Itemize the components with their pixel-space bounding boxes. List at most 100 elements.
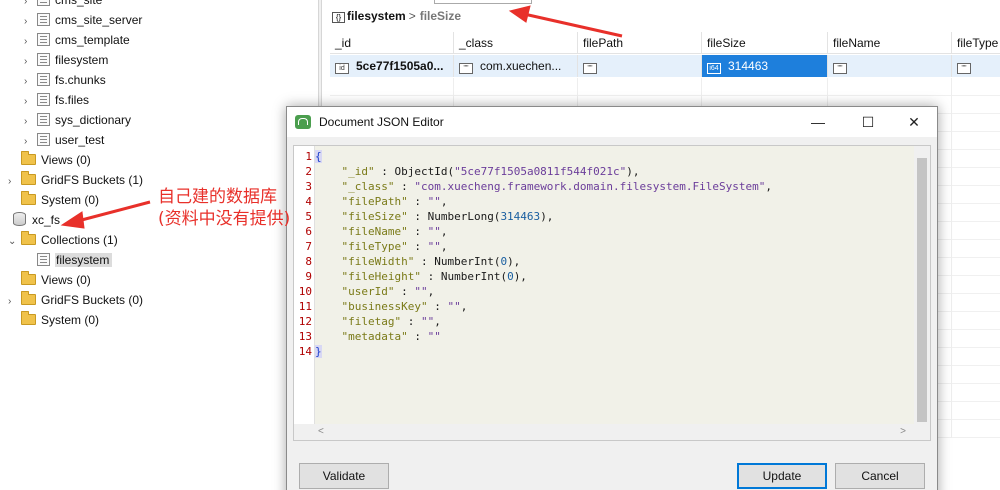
maximize-button[interactable]: ☐ <box>845 107 891 137</box>
code-line: "filePath" : "", <box>315 194 447 209</box>
tree-item[interactable]: Views (0) <box>8 270 91 290</box>
chevron-right-icon[interactable]: › <box>24 92 34 112</box>
chevron-right-icon[interactable]: › <box>8 172 18 192</box>
empty-table-cell <box>952 258 1000 276</box>
column-header-class[interactable]: _class <box>454 32 578 54</box>
table-cell-class[interactable]: "" com.xuechen... <box>454 55 578 77</box>
minimize-button[interactable]: — <box>795 107 841 137</box>
tree-item[interactable]: › cms_site <box>24 0 102 10</box>
table-cell-filetype[interactable]: "" <box>952 55 1000 77</box>
cancel-button[interactable]: Cancel <box>835 463 925 489</box>
app-logo-icon <box>295 115 311 129</box>
json-editor[interactable]: 1 2 3 4 5 6 7 8 9 10 11 12 13 14 { "_id" : ObjectId("… <box>293 145 931 441</box>
tree-item[interactable]: filesystem <box>24 250 113 270</box>
chevron-right-icon[interactable]: › <box>24 32 34 52</box>
empty-table-cell <box>952 312 1000 330</box>
line-number: 8 <box>305 255 312 268</box>
table-cell-filesize[interactable]: i64 314463 <box>702 55 828 77</box>
code-token: } <box>315 345 322 358</box>
code-token: "_id" <box>315 165 375 178</box>
dialog-titlebar[interactable]: Document JSON Editor — ☐ ✕ <box>287 107 937 137</box>
folder-icon <box>21 311 36 325</box>
chevron-right-icon[interactable]: › <box>8 292 18 312</box>
chevron-right-icon[interactable]: › <box>24 12 34 32</box>
code-line: "metadata" : "" <box>315 329 440 344</box>
collection-icon <box>37 0 50 6</box>
tree-item-label: fs.files <box>55 93 90 107</box>
folder-icon <box>21 271 36 285</box>
table-cell-filepath[interactable]: "" <box>578 55 702 77</box>
close-button[interactable]: ✕ <box>891 107 937 137</box>
horizontal-scrollbar[interactable]: < > <box>294 424 930 440</box>
tree-item[interactable]: System (0) <box>8 310 99 330</box>
empty-table-cell <box>952 222 1000 240</box>
breadcrumb-collection[interactable]: filesystem <box>347 9 406 23</box>
tree-item[interactable]: xc_fs <box>0 210 60 230</box>
tree-item-label: user_test <box>55 133 105 147</box>
column-header-filetype[interactable]: fileType <box>952 32 1000 54</box>
code-token: "fileType" <box>315 240 408 253</box>
tree-item[interactable]: › fs.files <box>24 90 89 110</box>
tree-item[interactable]: › fs.chunks <box>24 70 106 90</box>
validate-button[interactable]: Validate <box>299 463 389 489</box>
tree-item[interactable]: › user_test <box>24 130 104 150</box>
scroll-right-icon[interactable]: > <box>900 426 906 437</box>
code-line: "fileWidth" : NumberInt(0), <box>315 254 520 269</box>
code-line: "fileHeight" : NumberInt(0), <box>315 269 526 284</box>
chevron-right-icon[interactable]: › <box>24 72 34 92</box>
code-token: "fileWidth" <box>315 255 415 268</box>
code-line: "_id" : ObjectId("5ce77f1505a0811f544f02… <box>315 164 639 179</box>
empty-table-cell <box>952 402 1000 420</box>
table-header-row: _id _class filePath fileSize fileName fileTyp… <box>330 32 1000 54</box>
table-cell-filename[interactable]: "" <box>828 55 952 77</box>
update-button[interactable]: Update <box>737 463 827 489</box>
code-line: "_class" : "com.xuecheng.framework.domai… <box>315 179 772 194</box>
column-header-filename[interactable]: fileName <box>828 32 952 54</box>
tree-item[interactable]: › cms_site_server <box>24 10 142 30</box>
code-line: } <box>315 344 322 359</box>
tree-item[interactable]: System (0) <box>8 190 99 210</box>
column-header-filepath[interactable]: filePath <box>578 32 702 54</box>
string-type-icon: "" <box>459 63 473 74</box>
chevron-right-icon[interactable]: › <box>24 132 34 152</box>
chevron-down-icon[interactable]: ⌄ <box>8 232 18 252</box>
code-token: : <box>407 195 428 208</box>
table-row[interactable]: id 5ce77f1505a0... "" com.xuechen... "" i64 31… <box>330 55 1000 77</box>
tree-item[interactable]: ⌄ Collections (1) <box>8 230 118 250</box>
tree-item[interactable]: › GridFS Buckets (1) <box>8 170 143 190</box>
tree-item-label: Views (0) <box>41 273 91 287</box>
code-token: : <box>407 225 428 238</box>
breadcrumb-field[interactable]: fileSize <box>420 9 461 23</box>
empty-table-cell <box>828 78 952 96</box>
tree-item[interactable]: › sys_dictionary <box>24 110 131 130</box>
column-header-id[interactable]: _id <box>330 32 454 54</box>
database-icon <box>13 212 26 226</box>
tree-item[interactable]: Views (0) <box>8 150 91 170</box>
scroll-thumb[interactable] <box>917 158 927 422</box>
collection-icon <box>37 113 50 126</box>
code-token: "fileHeight" <box>315 270 421 283</box>
column-header-filesize[interactable]: fileSize <box>702 32 828 54</box>
empty-table-cell <box>578 78 702 96</box>
line-number: 7 <box>305 240 312 253</box>
scroll-left-icon[interactable]: < <box>318 426 324 437</box>
table-cell-id[interactable]: id 5ce77f1505a0... <box>330 55 454 77</box>
tree-item[interactable]: › GridFS Buckets (0) <box>8 290 143 310</box>
tree-item-label: sys_dictionary <box>55 113 132 127</box>
code-area[interactable]: { "_id" : ObjectId("5ce77f1505a0811f544f… <box>314 146 916 424</box>
tree-item[interactable]: › cms_template <box>24 30 130 50</box>
tree-item[interactable]: › filesystem <box>24 50 108 70</box>
collection-icon <box>37 53 50 66</box>
collection-icon <box>37 13 50 26</box>
code-token: : <box>407 330 428 343</box>
tree-item-label: cms_site <box>55 0 103 7</box>
folder-icon <box>21 231 36 245</box>
vertical-scrollbar[interactable] <box>914 146 930 424</box>
query-box[interactable] <box>434 0 532 4</box>
chevron-right-icon[interactable]: › <box>24 52 34 72</box>
code-token: , <box>427 285 435 298</box>
code-token: : <box>401 315 421 328</box>
code-token: "" <box>420 315 435 328</box>
chevron-right-icon[interactable]: › <box>24 112 34 132</box>
folder-icon <box>21 191 36 205</box>
